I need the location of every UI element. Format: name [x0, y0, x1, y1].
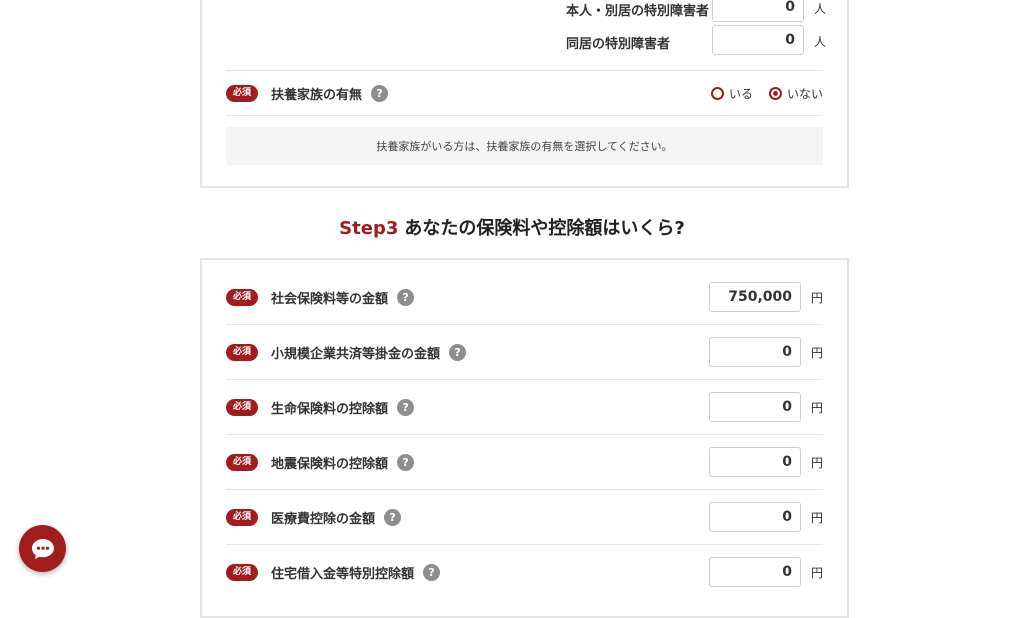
radio-dependents-no[interactable]: いない	[768, 85, 823, 102]
help-icon[interactable]: ?	[397, 453, 415, 471]
yen-unit: 円	[810, 401, 823, 415]
disabled-cohabiting-unit: 人	[814, 35, 827, 49]
yen-unit: 円	[810, 511, 823, 525]
help-icon[interactable]: ?	[449, 343, 467, 361]
deduction-row-medical: 必須 医療費控除の金額 ? 円	[226, 489, 823, 544]
deduction-label: 地震保険料の控除額	[271, 456, 389, 472]
radio-dependents-yes[interactable]: いる	[710, 85, 753, 102]
required-badge: 必須	[226, 453, 258, 471]
deduction-row-small-enterprise: 必須 小規模企業共済等掛金の金額 ? 円	[226, 324, 823, 379]
step3-heading: Step3 あなたの保険料や控除額はいくら?	[0, 214, 1024, 240]
radio-circle-selected-icon[interactable]	[768, 86, 782, 100]
dependents-label: 扶養家族の有無	[271, 87, 363, 103]
help-icon[interactable]: ?	[397, 288, 415, 306]
help-icon[interactable]: ?	[397, 398, 415, 416]
deduction-label: 生命保険料の控除額	[271, 401, 389, 417]
yen-unit: 円	[810, 346, 823, 360]
disabled-cohabiting-label: 同居の特別障害者	[566, 37, 671, 52]
required-badge: 必須	[226, 84, 258, 102]
required-badge: 必須	[226, 343, 258, 361]
disabled-separate-input[interactable]	[712, 0, 804, 22]
help-icon[interactable]: ?	[384, 508, 402, 526]
deduction-row-social-insurance: 必須 社会保険料等の金額 ? 円	[226, 270, 823, 324]
medical-expense-input[interactable]	[709, 502, 801, 532]
disabled-separate-label: 本人・別居の特別障害者	[566, 4, 710, 19]
radio-circle-icon[interactable]	[710, 86, 724, 100]
dependents-radio-group: いる いない	[695, 71, 823, 115]
deduction-label: 医療費控除の金額	[271, 511, 376, 527]
required-badge: 必須	[226, 508, 258, 526]
yen-unit: 円	[810, 566, 823, 580]
help-icon[interactable]: ?	[371, 84, 389, 102]
step-title: あなたの保険料や控除額はいくら?	[404, 218, 685, 239]
deductions-card: 必須 社会保険料等の金額 ? 円 必須 小規模企業共済等掛金の金額 ? 円 必須…	[200, 258, 849, 618]
dependents-row: 必須 扶養家族の有無 ? いる いない	[226, 70, 823, 116]
disabled-separate-unit: 人	[814, 2, 827, 16]
chat-bubble-icon	[31, 538, 54, 559]
dependents-card: 本人・別居の特別障害者 人 同居の特別障害者 人 必須 扶養家族の有無 ? いる…	[200, 0, 849, 188]
help-icon[interactable]: ?	[423, 563, 441, 581]
life-insurance-input[interactable]	[709, 392, 801, 422]
deduction-label: 社会保険料等の金額	[271, 291, 389, 307]
step-number: Step3	[339, 218, 399, 239]
dependents-notice: 扶養家族がいる方は、扶養家族の有無を選択してください。	[226, 127, 823, 165]
disabled-cohabiting-input[interactable]	[712, 25, 804, 55]
yen-unit: 円	[810, 456, 823, 470]
housing-loan-input[interactable]	[709, 557, 801, 587]
radio-dependents-yes-label[interactable]: いる	[729, 85, 753, 102]
social-insurance-input[interactable]	[709, 282, 801, 312]
deduction-label: 住宅借入金等特別控除額	[271, 566, 415, 582]
yen-unit: 円	[810, 291, 823, 305]
deduction-label: 小規模企業共済等掛金の金額	[271, 346, 441, 362]
required-badge: 必須	[226, 288, 258, 306]
required-badge: 必須	[226, 563, 258, 581]
chat-button[interactable]	[19, 525, 66, 572]
required-badge: 必須	[226, 398, 258, 416]
deduction-row-earthquake-insurance: 必須 地震保険料の控除額 ? 円	[226, 434, 823, 489]
deduction-row-life-insurance: 必須 生命保険料の控除額 ? 円	[226, 379, 823, 434]
earthquake-insurance-input[interactable]	[709, 447, 801, 477]
radio-dependents-no-label[interactable]: いない	[787, 85, 823, 102]
small-enterprise-input[interactable]	[709, 337, 801, 367]
